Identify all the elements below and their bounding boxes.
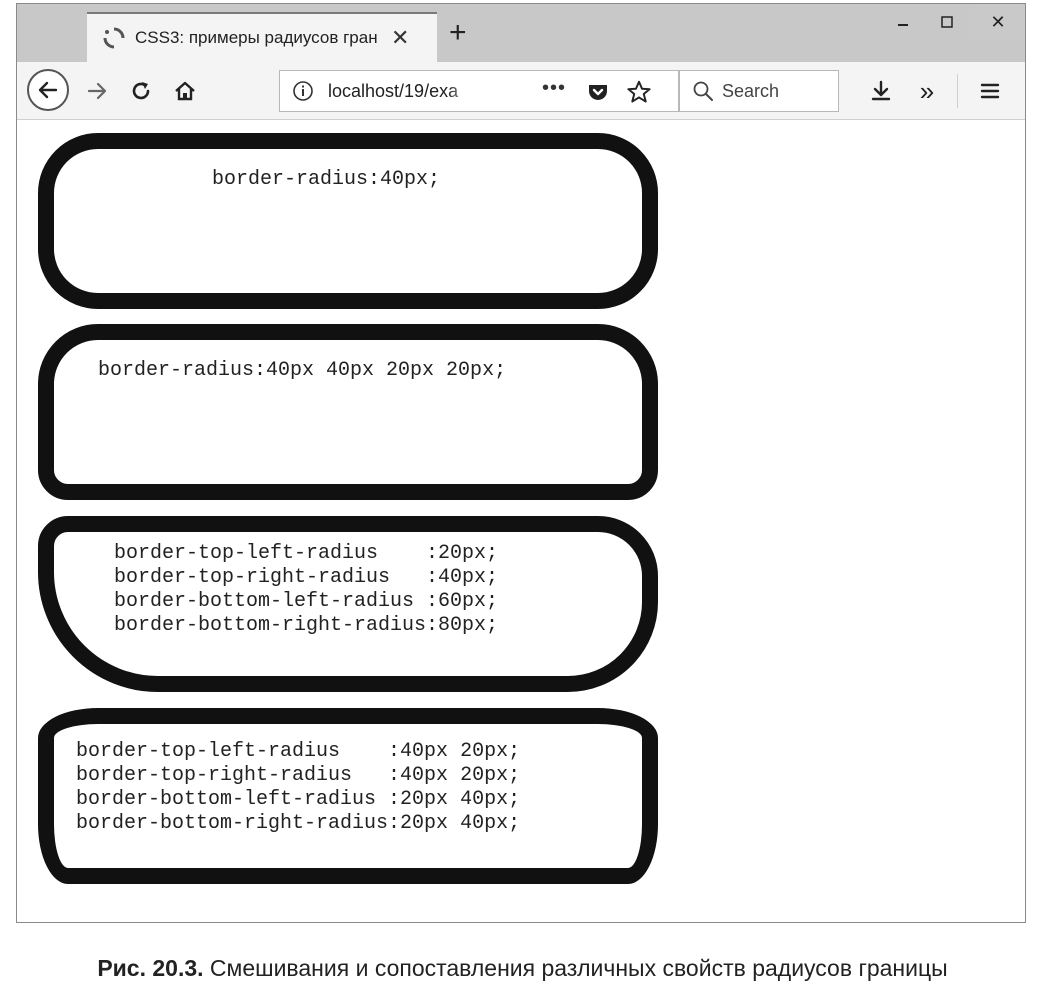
close-window-button[interactable]: ✕ xyxy=(969,4,1025,40)
page-actions-icon[interactable]: ••• xyxy=(542,77,566,100)
new-tab-button[interactable]: + xyxy=(449,18,467,48)
download-icon xyxy=(871,80,891,101)
radius-demo-box-2: border-radius:40px 40px 20px 20px; xyxy=(38,324,658,500)
menu-button[interactable] xyxy=(972,73,1008,109)
radius-demo-box-4: border-top-left-radius :40px 20px; borde… xyxy=(38,708,658,884)
figure-caption: Рис. 20.3. Смешивания и сопоставления ра… xyxy=(0,955,1045,982)
reload-icon xyxy=(132,82,150,100)
minimize-button[interactable] xyxy=(881,4,925,40)
search-icon xyxy=(693,81,713,101)
bookmark-star-icon[interactable] xyxy=(626,79,652,105)
back-button[interactable] xyxy=(27,69,69,111)
downloads-button[interactable] xyxy=(863,73,899,109)
title-bar: CSS3: примеры радиусов гран ✕ + ✕ xyxy=(17,4,1025,62)
radius-demo-box-3: border-top-left-radius :20px; border-top… xyxy=(38,516,658,692)
address-bar[interactable]: localhost/19/exa ••• xyxy=(279,70,679,112)
page-content: border-radius:40px; border-radius:40px 4… xyxy=(17,120,1025,922)
search-bar[interactable] xyxy=(679,70,839,112)
tab-close-icon[interactable]: ✕ xyxy=(391,27,409,49)
loading-icon xyxy=(101,25,127,51)
maximize-button[interactable] xyxy=(925,4,969,40)
radius-demo-box-1: border-radius:40px; xyxy=(38,133,658,309)
info-icon[interactable] xyxy=(292,80,314,102)
figure-label: Рис. 20.3. xyxy=(97,955,204,981)
reload-button[interactable] xyxy=(123,73,159,109)
home-icon xyxy=(175,81,195,101)
toolbar-divider xyxy=(957,74,958,108)
figure-caption-text: Смешивания и сопоставления различных сво… xyxy=(203,955,948,981)
url-text[interactable]: localhost/19/exa xyxy=(328,81,478,102)
overflow-menu-button[interactable]: » xyxy=(909,73,945,109)
css-code-text: border-top-left-radius :40px 20px; borde… xyxy=(76,740,521,835)
search-input[interactable] xyxy=(722,71,832,111)
browser-tab[interactable]: CSS3: примеры радиусов гран ✕ xyxy=(87,12,437,62)
arrow-left-icon xyxy=(38,81,58,99)
close-icon: ✕ xyxy=(990,11,1006,32)
navigation-toolbar: localhost/19/exa ••• » xyxy=(17,62,1025,120)
arrow-right-icon xyxy=(87,82,107,100)
hamburger-icon xyxy=(980,83,1000,99)
home-button[interactable] xyxy=(167,73,203,109)
browser-window: CSS3: примеры радиусов гран ✕ + ✕ localh… xyxy=(16,3,1026,923)
css-code-text: border-top-left-radius :20px; border-top… xyxy=(114,542,499,637)
pocket-icon[interactable] xyxy=(586,80,610,104)
css-code-text: border-radius:40px; xyxy=(212,168,441,191)
forward-button[interactable] xyxy=(79,73,115,109)
tab-title: CSS3: примеры радиусов гран xyxy=(135,28,378,47)
css-code-text: border-radius:40px 40px 20px 20px; xyxy=(98,359,507,382)
